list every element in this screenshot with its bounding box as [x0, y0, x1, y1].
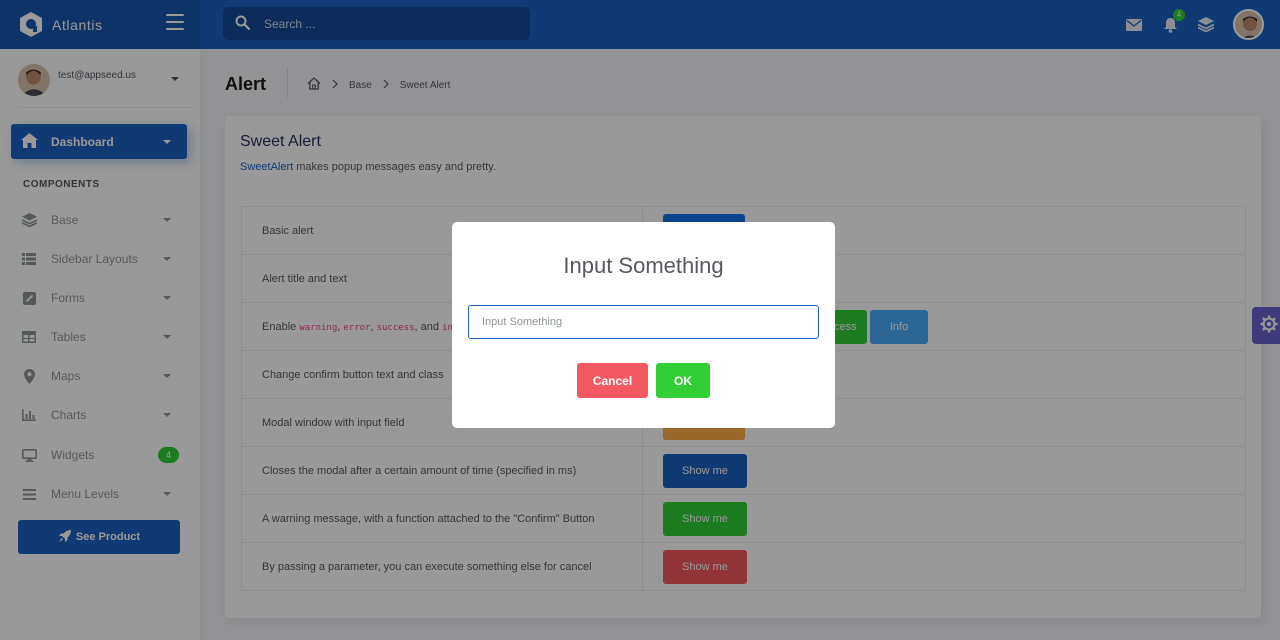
ok-button[interactable]: OK [656, 363, 710, 398]
cancel-button[interactable]: Cancel [577, 363, 648, 398]
modal-input-field[interactable] [468, 305, 819, 339]
input-modal: Input Something Cancel OK [452, 222, 835, 428]
modal-title: Input Something [563, 253, 724, 278]
